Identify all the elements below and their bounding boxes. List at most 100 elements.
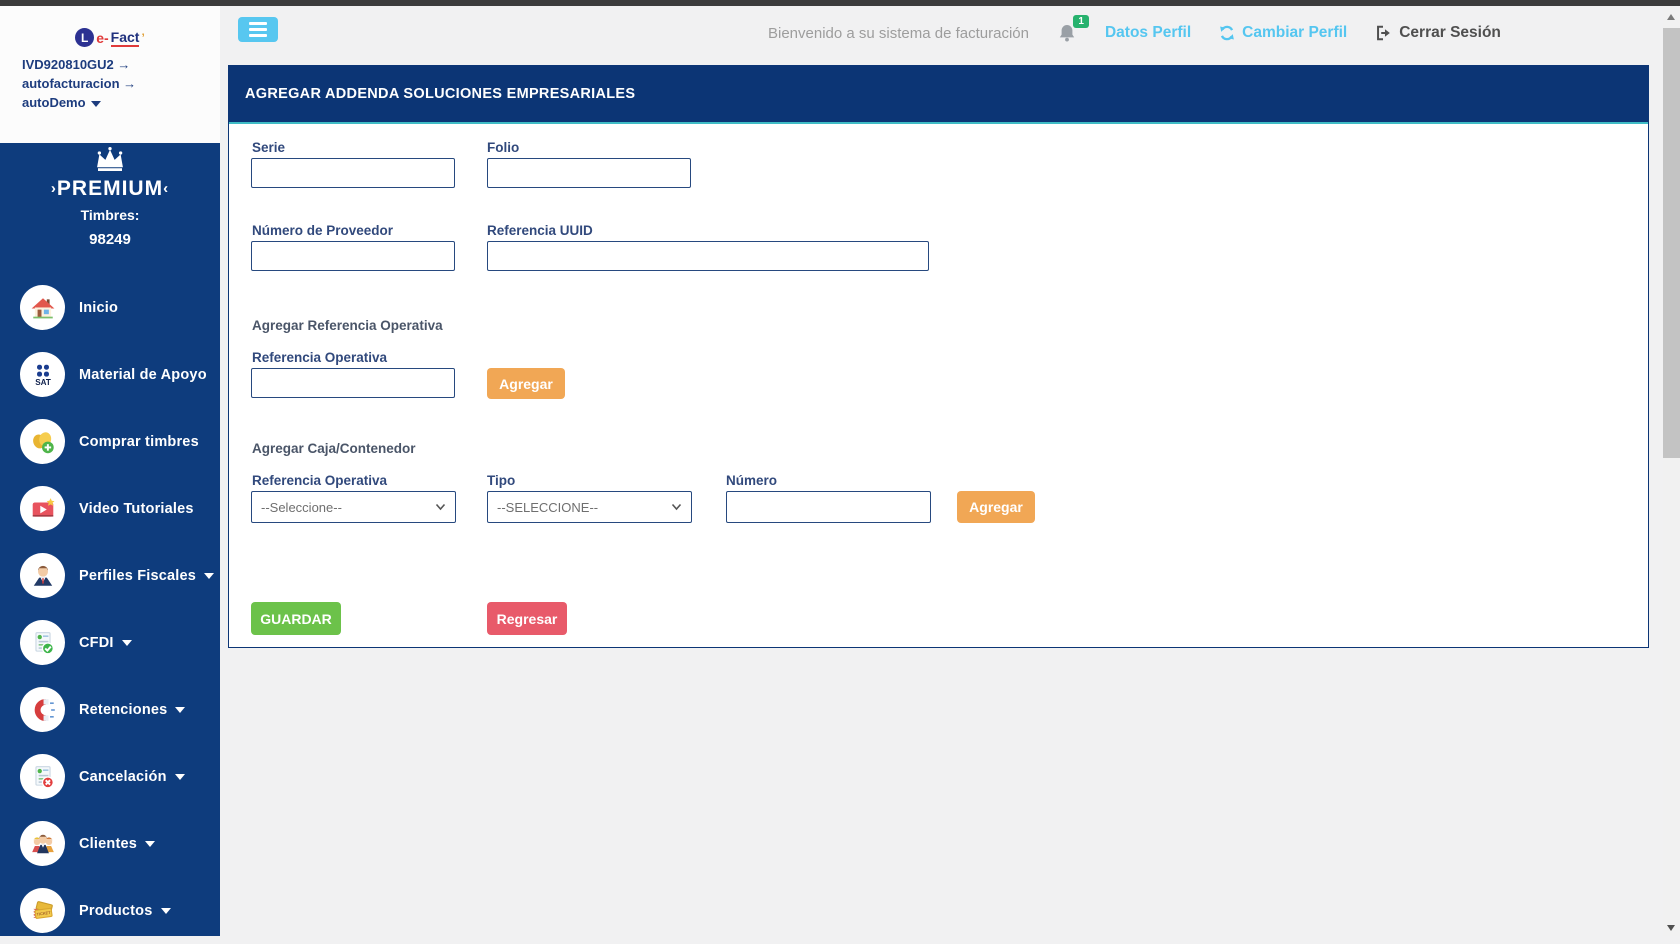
chevron-down-icon [204,572,215,579]
agregar-referencia-button[interactable]: Agregar [487,368,565,399]
chevron-down-icon [90,101,101,107]
cerrar-sesion-link[interactable]: Cerrar Sesión [1374,24,1501,42]
premium-block: ›PREMIUM‹ Timbres: 98249 [0,143,220,248]
datos-perfil-label: Datos Perfil [1104,24,1192,41]
account-rfc[interactable]: IVD920810GU2 → [22,55,220,74]
notification-badge: 1 [1073,15,1089,28]
tipo-label: Tipo [487,473,516,488]
document-check-icon [20,620,65,665]
notifications-bell[interactable]: 1 [1056,15,1089,44]
sidebar-item-video-tutoriales[interactable]: Video Tutoriales [0,475,220,542]
premium-decor-left: › [50,180,57,197]
top-window-strip [0,0,1680,6]
sidebar-item-cancelacion[interactable]: Cancelación [0,743,220,810]
panel-title: AGREGAR ADDENDA SOLUCIONES EMPRESARIALES [229,66,1648,124]
document-cancel-icon [20,754,65,799]
sidebar: ›PREMIUM‹ Timbres: 98249 Inicio SAT Mate… [0,143,220,936]
sidebar-item-retenciones[interactable]: Retenciones [0,676,220,743]
chevron-down-icon [671,503,682,511]
numero-input[interactable] [726,491,931,523]
account-profile-dropdown[interactable]: autoDemo [22,93,220,112]
person-icon [20,553,65,598]
agregar-caja-button[interactable]: Agregar [957,491,1035,523]
sidebar-item-label: Comprar timbres [79,433,199,450]
cerrar-sesion-label: Cerrar Sesión [1399,24,1501,41]
sidebar-item-label: Video Tutoriales [79,500,194,517]
svg-text:SAT: SAT [35,377,51,386]
sign-out-icon [1377,25,1391,41]
numero-proveedor-label: Número de Proveedor [252,223,394,238]
logo-apostrophe: ’ [141,30,145,45]
sidebar-item-label: Inicio [79,299,119,316]
video-icon [20,486,65,531]
regresar-button[interactable]: Regresar [487,602,567,635]
caja-ref-operativa-label: Referencia Operativa [252,473,388,488]
sidebar-item-clientes[interactable]: Clientes [0,810,220,877]
sidebar-item-label: Material de Apoyo [79,366,207,383]
logo-circle-icon: L [75,28,95,47]
sidebar-item-label: CFDI [79,634,114,651]
logo-text-red: e- [96,29,109,46]
chevron-down-icon [435,503,446,511]
datos-perfil-link[interactable]: Datos Perfil [1105,24,1191,42]
sidebar-top: L e- Fact ’ IVD920810GU2 → autofacturaci… [0,6,220,143]
vertical-scrollbar[interactable] [1663,6,1680,936]
tipo-select[interactable]: --SELECCIONE-- [487,491,692,523]
sidebar-item-productos[interactable]: TICKET Productos [0,877,220,944]
chevron-down-icon [160,907,171,914]
sidebar-item-label: Cancelación [79,768,167,785]
sidebar-item-material-de-apoyo[interactable]: SAT Material de Apoyo [0,341,220,408]
selected-option-label: --SELECCIONE-- [497,499,599,515]
referencia-operativa-input[interactable] [251,368,455,398]
guardar-button[interactable]: GUARDAR [251,602,341,635]
sidebar-item-comprar-timbres[interactable]: Comprar timbres [0,408,220,475]
welcome-text: Bienvenido a su sistema de facturación [768,24,1029,42]
sidebar-item-cfdi[interactable]: CFDI [0,609,220,676]
folio-input[interactable] [487,158,691,188]
sidebar-menu: Inicio SAT Material de Apoyo Comprar tim… [0,274,220,944]
sidebar-item-label: Productos [79,902,153,919]
sidebar-item-perfiles-fiscales[interactable]: Perfiles Fiscales [0,542,220,609]
referencia-uuid-label: Referencia UUID [487,223,593,238]
addenda-panel: AGREGAR ADDENDA SOLUCIONES EMPRESARIALES… [228,65,1649,648]
scroll-up-icon[interactable] [1667,14,1675,20]
sidebar-item-label: Clientes [79,835,138,852]
refresh-icon [1220,25,1234,41]
magnet-icon [20,687,65,732]
sat-icon: SAT [20,352,65,397]
timbres-value: 98249 [89,231,131,248]
app-logo: L e- Fact ’ [0,28,220,47]
premium-title: ›PREMIUM‹ [50,177,170,200]
folio-label: Folio [487,140,520,155]
chevron-down-icon [145,840,156,847]
stamps-icon [20,419,65,464]
cambiar-perfil-link[interactable]: Cambiar Perfil [1218,24,1347,42]
scrollbar-thumb[interactable] [1663,28,1680,458]
sidebar-toggle-button[interactable] [238,17,278,42]
topbar-right: Bienvenido a su sistema de facturación 1… [768,15,1501,48]
caja-ref-operativa-select[interactable]: --Seleccione-- [251,491,456,523]
chevron-down-icon [175,706,186,713]
account-profile-label: autoDemo [22,95,86,110]
numero-label: Número [726,473,778,488]
referencia-operativa-label: Referencia Operativa [252,350,388,365]
cambiar-perfil-label: Cambiar Perfil [1242,24,1348,41]
home-icon [20,285,65,330]
panel-body: Serie Folio Número de Proveedor Referenc… [229,124,1648,645]
crown-icon [97,147,123,171]
clients-icon [20,821,65,866]
ticket-icon: TICKET [20,888,65,933]
scroll-down-icon[interactable] [1667,925,1675,931]
caja-section-title: Agregar Caja/Contenedor [252,441,416,456]
account-system[interactable]: autofacturacion → [22,74,220,93]
sidebar-item-inicio[interactable]: Inicio [0,274,220,341]
sidebar-item-label: Retenciones [79,701,168,718]
premium-decor-right: ‹ [163,180,170,197]
sidebar-item-label: Perfiles Fiscales [79,567,197,584]
referencia-uuid-input[interactable] [487,241,929,271]
logo-text-blue: Fact [110,28,140,47]
serie-input[interactable] [251,158,455,188]
serie-label: Serie [252,140,286,155]
ref-operativa-section-title: Agregar Referencia Operativa [252,318,443,333]
numero-proveedor-input[interactable] [251,241,455,271]
